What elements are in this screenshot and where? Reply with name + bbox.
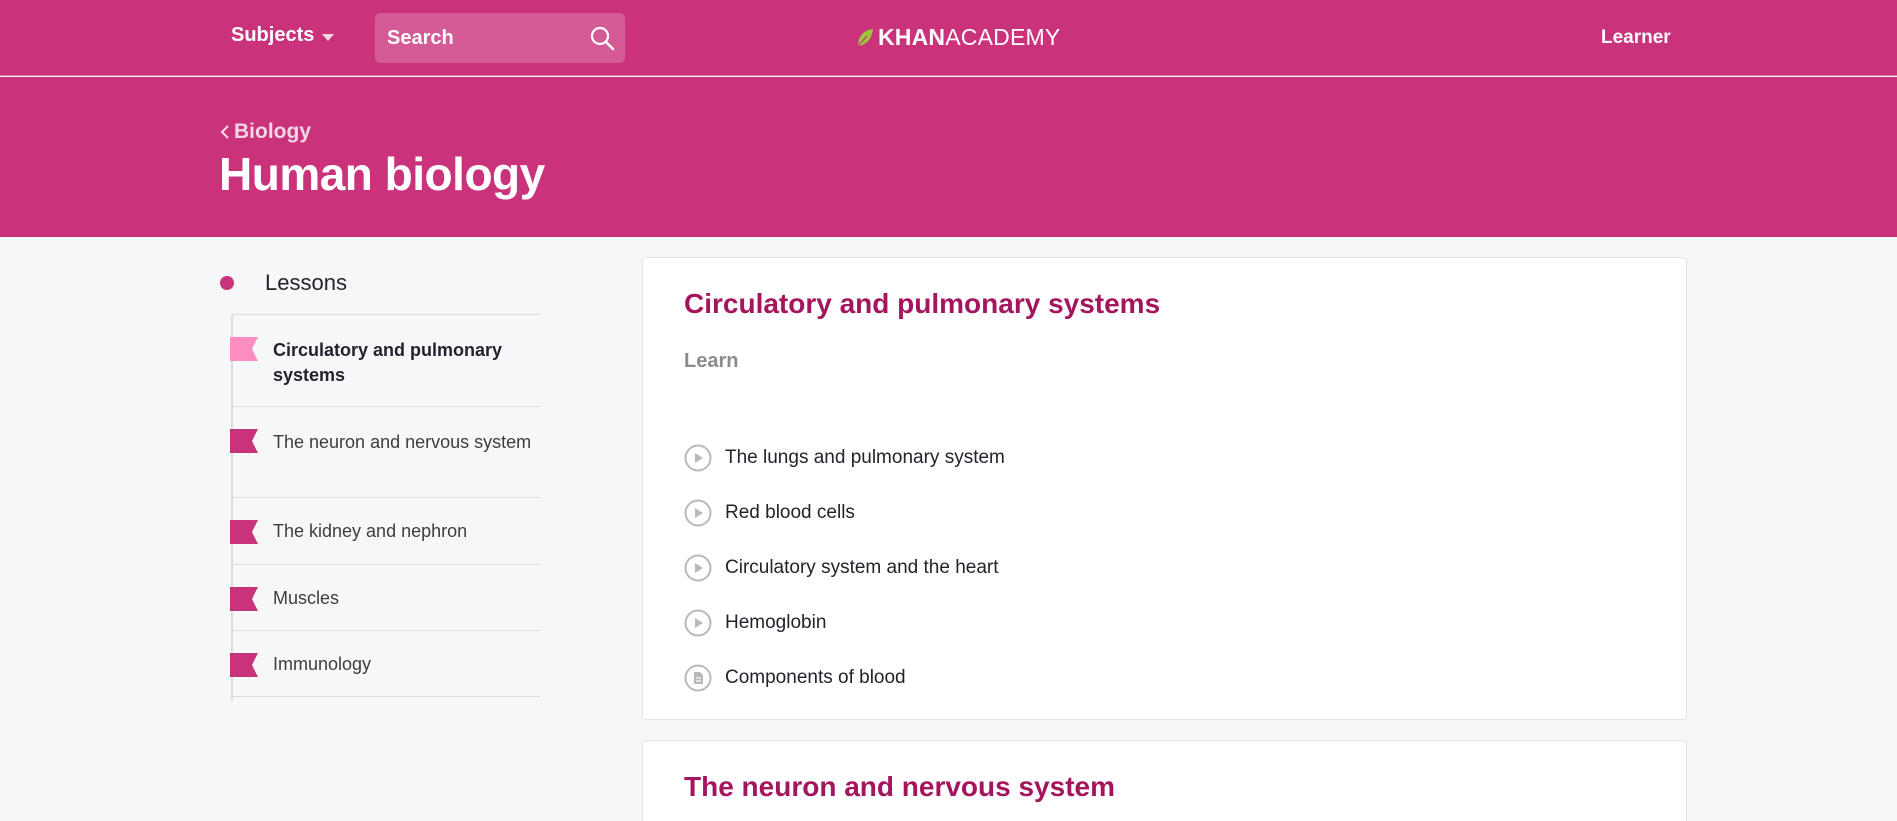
article-icon: [684, 664, 712, 691]
lesson-card-circulatory: Circulatory and pulmonary systems Learn …: [642, 257, 1687, 720]
logo-text-light: ACADEMY: [945, 24, 1061, 50]
lessons-dot-icon: [220, 276, 234, 290]
flag-icon: [230, 429, 258, 453]
chevron-left-icon[interactable]: [220, 124, 230, 140]
sidebar-item-circulatory[interactable]: Circulatory and pulmonary systems: [230, 315, 540, 407]
sidebar-item-label[interactable]: The kidney and nephron: [232, 498, 540, 544]
lesson-card-title[interactable]: Circulatory and pulmonary systems: [684, 288, 1160, 320]
flag-icon: [230, 587, 258, 611]
content-item-label[interactable]: The lungs and pulmonary system: [725, 447, 1005, 469]
content-item-list: The lungs and pulmonary system Red blood…: [684, 430, 1005, 705]
lessons-sidebar: Lessons Circulatory and pulmonary system…: [220, 262, 540, 701]
search-box[interactable]: [375, 13, 625, 63]
content-item-label[interactable]: Circulatory system and the heart: [725, 557, 999, 579]
flag-icon: [230, 337, 258, 361]
page-title: Human biology: [219, 148, 545, 200]
sidebar-item-kidney[interactable]: The kidney and nephron: [230, 498, 540, 565]
sidebar-item-label[interactable]: The neuron and nervous system: [232, 407, 540, 455]
learner-menu[interactable]: Learner: [1601, 27, 1671, 49]
content-item-label[interactable]: Hemoglobin: [725, 612, 826, 634]
lesson-card-neuron: The neuron and nervous system: [642, 740, 1687, 821]
subjects-menu[interactable]: Subjects: [231, 24, 335, 47]
sidebar-item-label[interactable]: Immunology: [232, 631, 540, 677]
page-header: Biology Human biology: [0, 77, 1897, 237]
content-item[interactable]: The lungs and pulmonary system: [684, 430, 1005, 485]
flag-icon: [230, 520, 258, 544]
content-item[interactable]: Red blood cells: [684, 485, 1005, 540]
lesson-card-title[interactable]: The neuron and nervous system: [684, 771, 1115, 803]
learn-section-label: Learn: [684, 350, 739, 372]
breadcrumb-link[interactable]: Biology: [234, 120, 311, 144]
search-icon[interactable]: [589, 25, 615, 51]
play-circle-icon: [684, 444, 712, 471]
content-item[interactable]: Components of blood: [684, 650, 1005, 705]
subjects-label[interactable]: Subjects: [231, 24, 314, 47]
sidebar-item-label[interactable]: Circulatory and pulmonary systems: [232, 315, 540, 388]
search-input[interactable]: [375, 26, 565, 50]
content-item-label[interactable]: Red blood cells: [725, 502, 855, 524]
leaf-icon: [857, 28, 873, 46]
play-circle-icon: [684, 609, 712, 636]
content-item[interactable]: Circulatory system and the heart: [684, 540, 1005, 595]
content-item[interactable]: Hemoglobin: [684, 595, 1005, 650]
sidebar-item-label[interactable]: Muscles: [232, 565, 540, 611]
lessons-header: Lessons: [220, 262, 540, 315]
content-item-label[interactable]: Components of blood: [725, 667, 906, 689]
sidebar-item-neuron[interactable]: The neuron and nervous system: [230, 407, 540, 498]
flag-icon: [230, 653, 258, 677]
logo-text-bold: KHAN: [878, 24, 946, 50]
lessons-heading: Lessons: [265, 270, 347, 295]
play-circle-icon: [684, 499, 712, 526]
play-circle-icon: [684, 554, 712, 581]
top-nav: Subjects KHANACADEMY Learner: [0, 0, 1897, 76]
breadcrumb[interactable]: Biology: [220, 120, 311, 144]
chevron-down-icon[interactable]: [322, 33, 335, 41]
sidebar-item-immunology[interactable]: Immunology: [230, 631, 540, 697]
sidebar-item-muscles[interactable]: Muscles: [230, 565, 540, 631]
khan-academy-logo[interactable]: KHAN ACADEMY: [856, 24, 1060, 51]
